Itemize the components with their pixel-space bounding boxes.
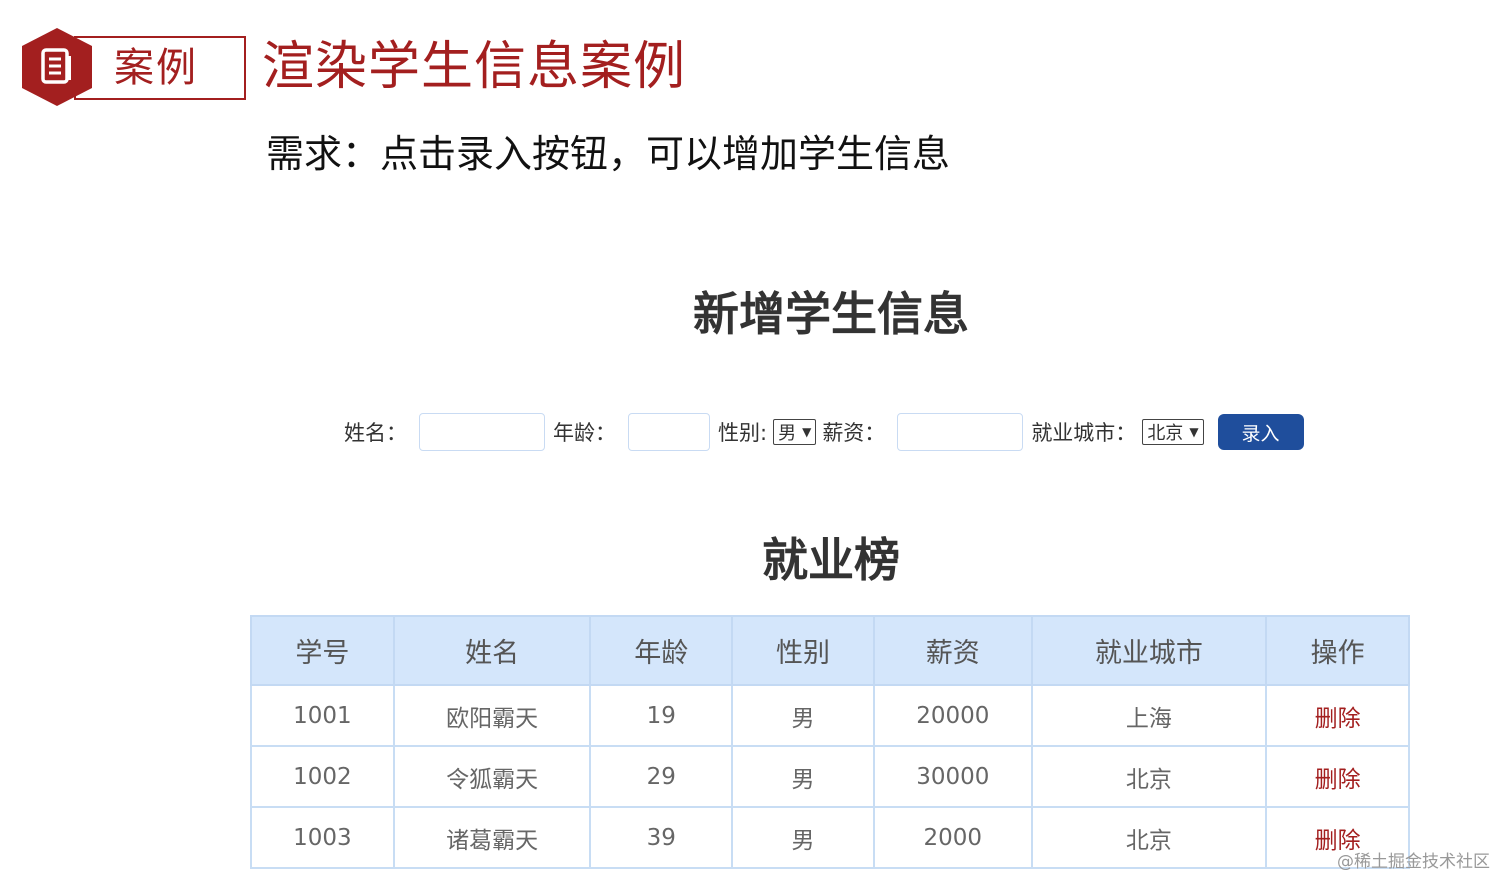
student-id-cell: 1001 [250,684,395,747]
student-name-cell: 诸葛霸天 [392,806,592,869]
student-salary-cell: 20000 [872,684,1033,747]
salary-label: 薪资： [822,421,886,445]
table-header-row: 学号 姓名 年龄 性别 薪资 就业城市 操作 [250,615,1410,686]
submit-button[interactable]: 录入 [1217,414,1304,450]
student-gender-cell: 男 [731,684,875,747]
chevron-down-icon: ▼ [1189,425,1199,439]
delete-link[interactable]: 删除 [1265,684,1410,747]
badge-label: 案例 [114,45,198,91]
city-select[interactable]: 北京 ▼ [1142,419,1204,445]
city-selected-value: 北京 [1147,423,1184,444]
student-id-cell: 1003 [250,806,395,869]
column-header: 性别 [731,615,875,686]
column-header: 学号 [250,615,395,686]
age-label: 年龄： [553,421,616,445]
student-age-cell: 29 [589,745,734,808]
student-gender-cell: 男 [731,745,875,808]
document-icon [22,28,92,106]
name-label: 姓名： [344,421,407,445]
table-row: 1003 诸葛霸天 39 男 2000 北京 删除 [250,806,1410,869]
column-header: 年龄 [589,615,734,686]
age-input[interactable] [628,413,710,451]
form-heading: 新增学生信息 [693,287,969,341]
requirement-text: 需求：点击录入按钮，可以增加学生信息 [266,132,951,176]
salary-input[interactable] [897,413,1024,451]
table-row: 1002 令狐霸天 29 男 30000 北京 删除 [250,745,1410,808]
column-header: 姓名 [392,615,592,686]
delete-link[interactable]: 删除 [1265,745,1410,808]
watermark: @稀土掘金技术社区 [1337,852,1490,872]
student-name-cell: 令狐霸天 [392,745,592,808]
student-city-cell: 北京 [1030,806,1268,869]
chevron-down-icon: ▼ [802,425,812,439]
section-badge: 案例 [22,28,246,106]
table-heading: 就业榜 [762,533,900,587]
student-name-cell: 欧阳霸天 [392,684,592,747]
student-gender-cell: 男 [731,806,875,869]
gender-selected-value: 男 [778,423,797,444]
student-id-cell: 1002 [250,745,395,808]
student-age-cell: 39 [589,806,734,869]
column-header: 薪资 [872,615,1033,686]
column-header: 操作 [1265,615,1410,686]
employment-table: 学号 姓名 年龄 性别 薪资 就业城市 操作 1001 欧阳霸天 19 男 20… [250,615,1410,869]
slide-title: 渲染学生信息案例 [262,37,687,97]
column-header: 就业城市 [1030,615,1268,686]
student-form: 姓名： 年龄： 性别: 男 ▼ 薪资： 就业城市： 北京 ▼ 录入 [344,412,1304,452]
city-label: 就业城市： [1031,421,1137,445]
table-row: 1001 欧阳霸天 19 男 20000 上海 删除 [250,684,1410,747]
student-age-cell: 19 [589,684,734,747]
student-city-cell: 北京 [1030,745,1268,808]
student-city-cell: 上海 [1030,684,1268,747]
gender-label: 性别: [718,421,768,445]
gender-select[interactable]: 男 ▼ [773,419,817,445]
student-salary-cell: 2000 [872,806,1033,869]
name-input[interactable] [419,413,545,451]
student-salary-cell: 30000 [872,745,1033,808]
